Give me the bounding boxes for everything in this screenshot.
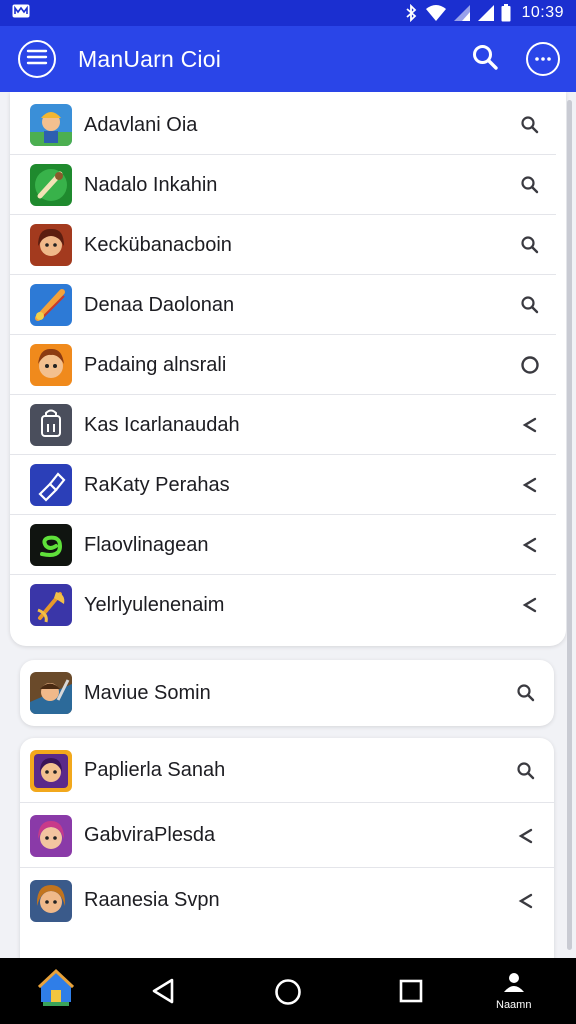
nav-recents-button[interactable]	[398, 978, 424, 1009]
list-item-label: RaKaty Perahas	[84, 473, 230, 496]
nav-home-circle-button[interactable]	[274, 978, 302, 1011]
status-bar: 10:39	[0, 0, 576, 26]
list-item-label: Nadalo Inkahin	[84, 173, 218, 196]
main-list-card: Adavlani Oia Nadalo Inkahin Keckübanacboin…	[10, 92, 566, 646]
wifi-icon	[425, 4, 447, 22]
game-blade-icon	[30, 284, 72, 326]
game-lock-icon	[30, 404, 72, 446]
list-item-label: Yelrlyulenenaim	[84, 593, 225, 616]
game-character-icon	[30, 344, 72, 386]
game-axe-icon	[30, 584, 72, 626]
content-area[interactable]: Adavlani Oia Nadalo Inkahin Keckübanacboin…	[0, 92, 576, 958]
home-icon	[37, 968, 75, 1013]
bluetooth-icon	[403, 4, 419, 22]
signal-icon	[453, 4, 471, 22]
list-item[interactable]: Adavlani Oia	[10, 95, 566, 155]
back-icon	[150, 978, 178, 1009]
chevron-left-icon[interactable]	[516, 411, 544, 439]
chevron-left-icon[interactable]	[512, 887, 540, 915]
list-item-label: GabviraPlesda	[84, 824, 216, 846]
list-item-label: Paplierla Sanah	[84, 759, 226, 781]
recents-icon	[398, 978, 424, 1009]
list-item[interactable]: Maviue Somin	[20, 661, 554, 725]
menu-icon	[26, 48, 48, 71]
signal-icon-2	[477, 4, 495, 22]
nav-home-button[interactable]	[37, 968, 75, 1013]
list-item[interactable]: Raanesia Svpn	[20, 868, 554, 933]
list-item[interactable]: Nadalo Inkahin	[10, 155, 566, 215]
search-button[interactable]	[468, 42, 502, 76]
menu-button[interactable]	[18, 40, 56, 78]
battery-icon	[501, 4, 511, 22]
game-hero-icon	[30, 104, 72, 146]
nav-bar: Naamn	[0, 958, 576, 1024]
list-item[interactable]: Flaovlinagean	[10, 515, 566, 575]
single-list-card: Maviue Somin	[20, 660, 554, 726]
status-left	[12, 4, 30, 22]
profile-icon	[503, 972, 525, 997]
list-item[interactable]: GabviraPlesda	[20, 803, 554, 868]
list-item-label: Denaa Daolonan	[84, 293, 235, 316]
nav-back-button[interactable]	[150, 978, 178, 1009]
game-heroine-icon	[30, 879, 72, 922]
game-sword-icon	[30, 164, 72, 206]
list-item[interactable]: Keckübanacboin	[10, 215, 566, 275]
game-girl-icon	[30, 814, 72, 857]
list-item[interactable]: Paplierla Sanah	[20, 738, 554, 803]
list-item-label: Kas Icarlanaudah	[84, 413, 240, 436]
chevron-left-icon[interactable]	[516, 591, 544, 619]
nav-profile-label: Naamn	[496, 999, 532, 1011]
search-icon[interactable]	[516, 171, 544, 199]
search-icon[interactable]	[516, 291, 544, 319]
game-cube-icon	[30, 464, 72, 506]
app-title: ManUarn Cioi	[78, 45, 222, 72]
circle-icon[interactable]	[516, 351, 544, 379]
list-item[interactable]: RaKaty Perahas	[10, 455, 566, 515]
more-icon	[534, 50, 552, 68]
list-item-label: Flaovlinagean	[84, 533, 209, 556]
list-item-label: Padaing alnsrali	[84, 353, 227, 376]
search-icon[interactable]	[516, 231, 544, 259]
search-icon[interactable]	[512, 679, 540, 707]
game-princess-icon	[30, 749, 72, 792]
game-warrior-icon	[30, 224, 72, 266]
list-item[interactable]: Denaa Daolonan	[10, 275, 566, 335]
nav-profile-button[interactable]: Naamn	[496, 972, 531, 1011]
notification-icon	[12, 4, 30, 22]
bottom-list-card: Paplierla Sanah GabviraPlesda Raanesia Svp…	[20, 738, 554, 958]
chevron-left-icon[interactable]	[516, 531, 544, 559]
search-icon[interactable]	[516, 111, 544, 139]
status-right: 10:39	[403, 4, 564, 22]
list-item-label: Maviue Somin	[84, 681, 211, 704]
list-item[interactable]: Kas Icarlanaudah	[10, 395, 566, 455]
game-snake-icon	[30, 524, 72, 566]
list-item-label: Raanesia Svpn	[84, 889, 220, 911]
app-bar: ManUarn Cioi	[0, 26, 576, 92]
list-item[interactable]: Yelrlyulenenaim	[10, 575, 566, 635]
search-icon[interactable]	[512, 757, 540, 785]
game-knight-icon	[30, 672, 72, 714]
chevron-left-icon[interactable]	[516, 471, 544, 499]
search-icon	[471, 43, 499, 76]
chevron-left-icon[interactable]	[512, 822, 540, 850]
home-circle-icon	[274, 978, 302, 1011]
status-time: 10:39	[521, 4, 564, 21]
scrollbar[interactable]	[567, 100, 572, 950]
list-item-label: Keckübanacboin	[84, 233, 232, 256]
list-item-label: Adavlani Oia	[84, 113, 198, 136]
list-item[interactable]: Padaing alnsrali	[10, 335, 566, 395]
more-button[interactable]	[526, 42, 560, 76]
